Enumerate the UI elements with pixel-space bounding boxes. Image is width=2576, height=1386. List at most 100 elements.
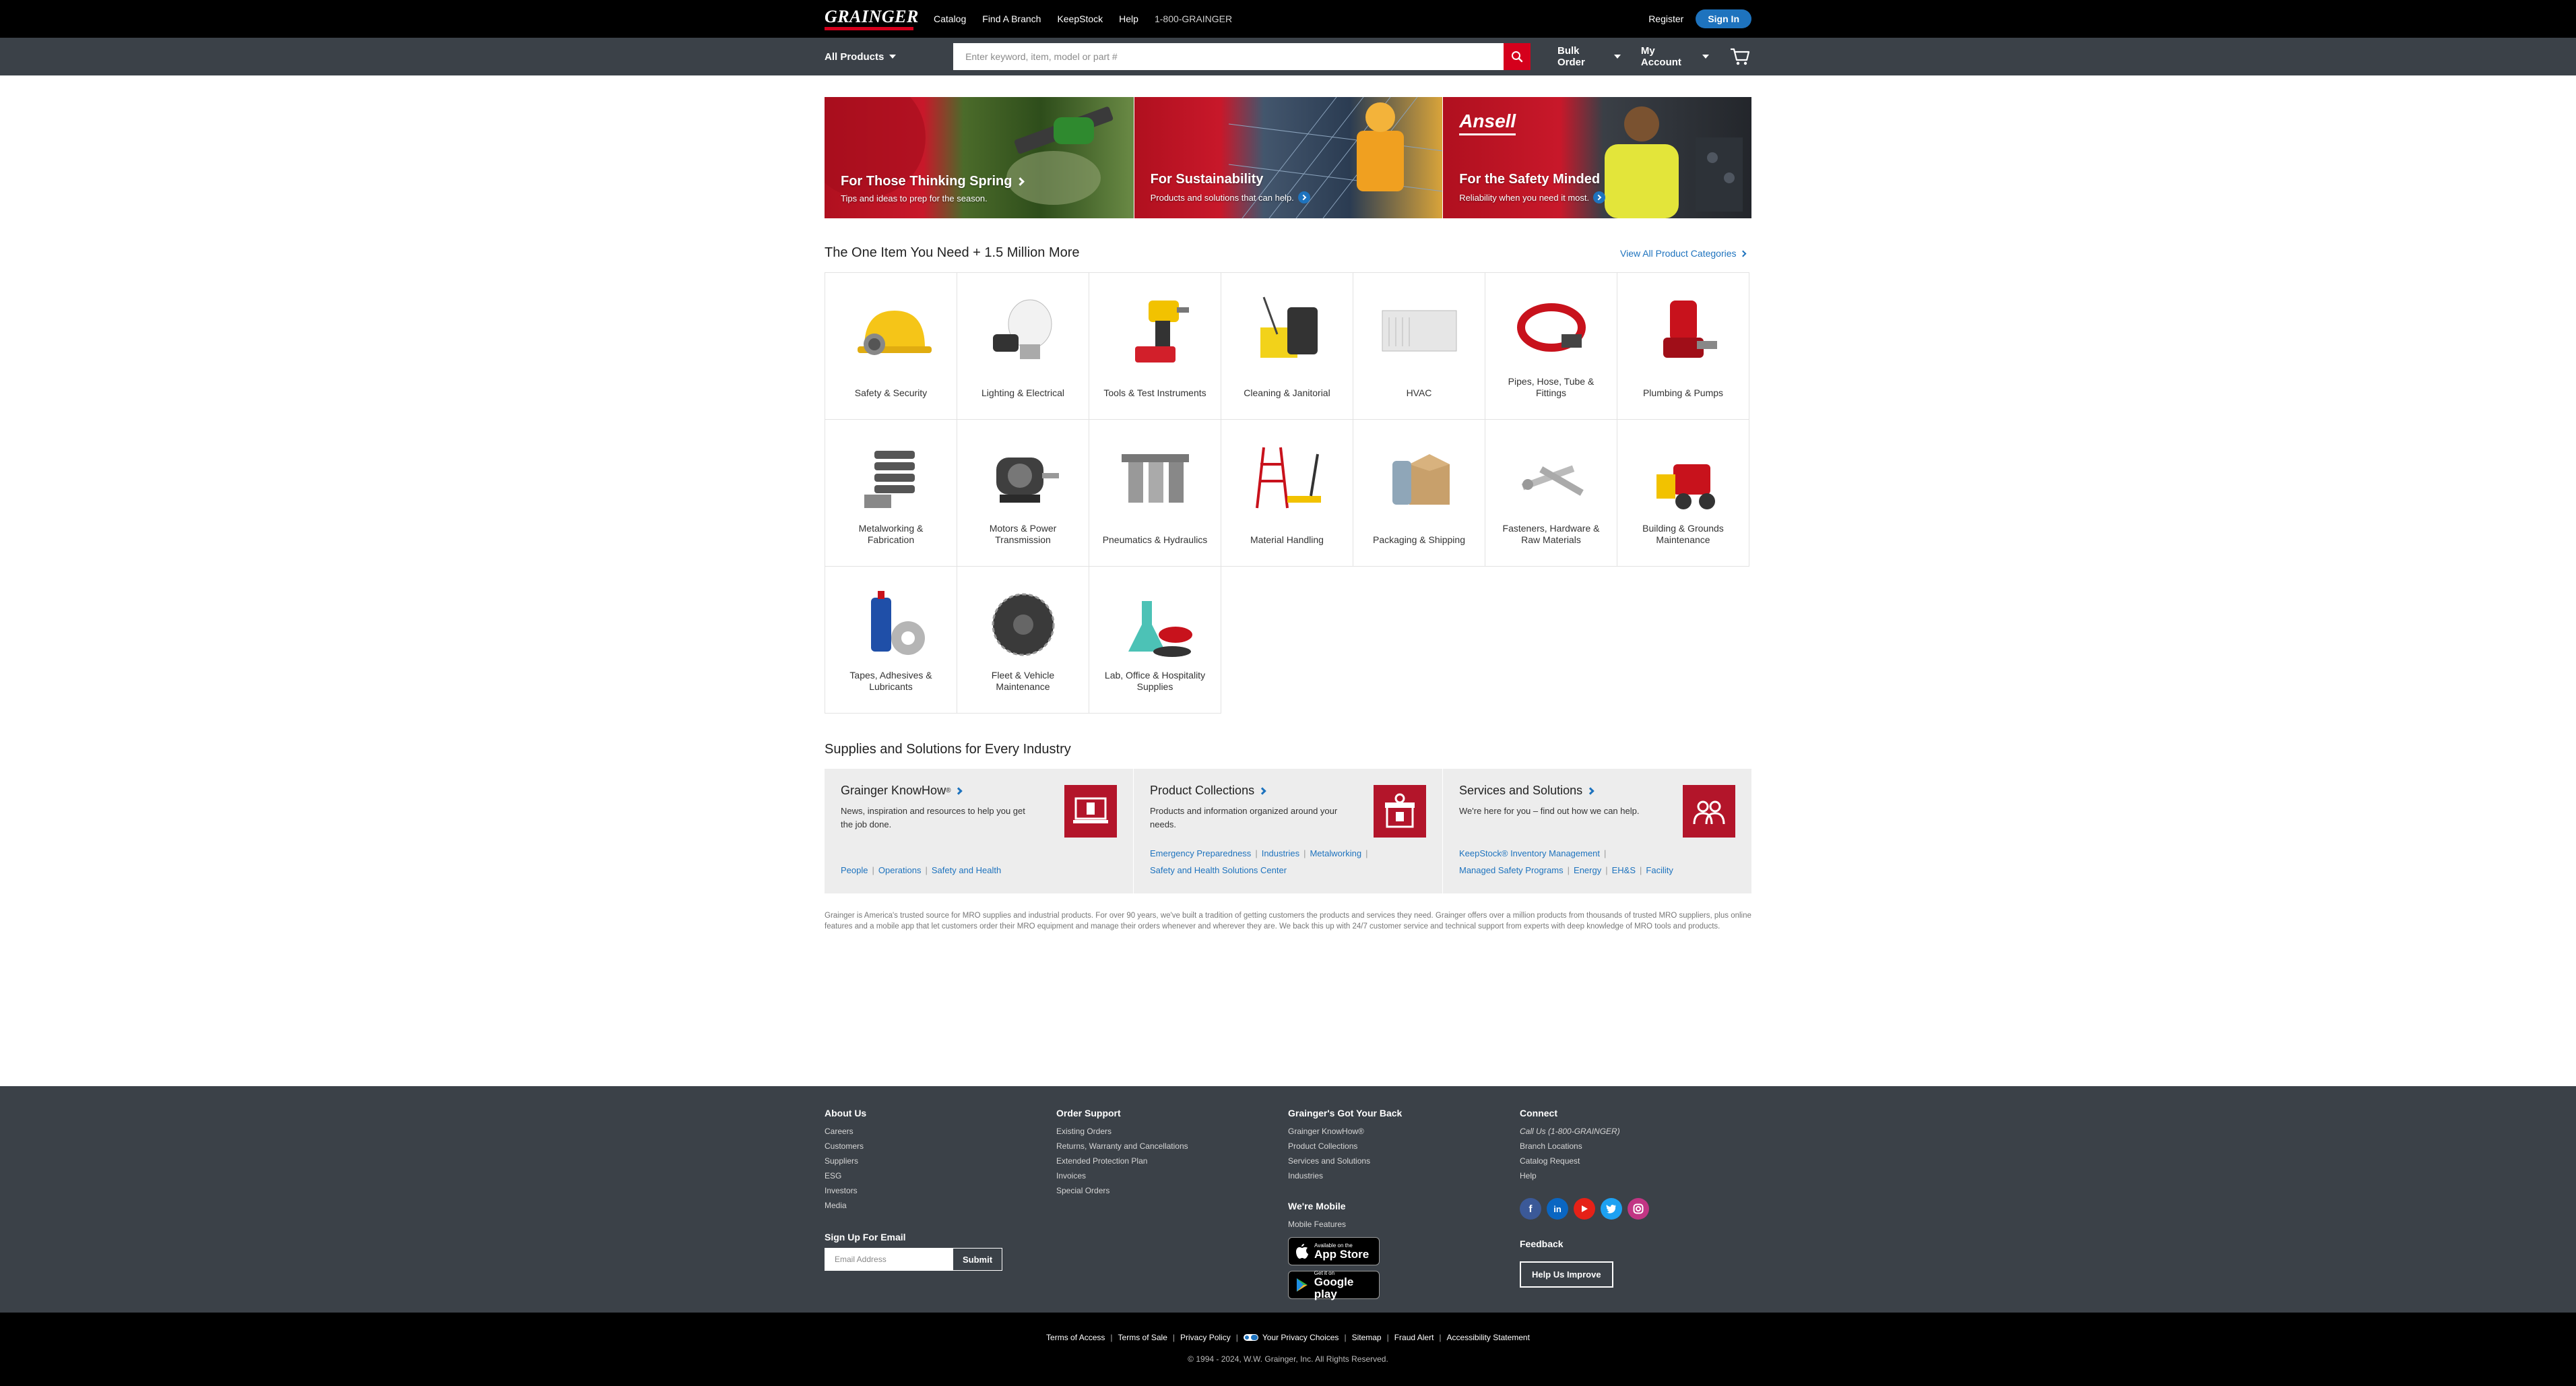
- link-safety-and-health[interactable]: Safety and Health: [932, 865, 1001, 875]
- nav-catalog[interactable]: Catalog: [934, 13, 966, 24]
- category-motors-power-transmission[interactable]: Motors & Power Transmission: [957, 419, 1089, 567]
- footer-link[interactable]: Customers: [825, 1139, 1002, 1154]
- category-material-handling[interactable]: Material Handling: [1221, 419, 1353, 567]
- footer-heading: Grainger's Got Your Back: [1288, 1108, 1403, 1119]
- app-store-badge[interactable]: Available on the App Store: [1288, 1237, 1380, 1265]
- card-services-solutions: Services and Solutions We're here for yo…: [1443, 769, 1751, 893]
- bulk-order-dropdown[interactable]: Bulk Order: [1557, 45, 1621, 68]
- chevron-right-icon: [1016, 177, 1025, 186]
- facebook-icon[interactable]: f: [1520, 1198, 1541, 1220]
- grainger-logo[interactable]: GRAINGER: [825, 6, 918, 32]
- footer-link[interactable]: Mobile Features: [1288, 1217, 1402, 1232]
- category-plumbing-pumps[interactable]: Plumbing & Pumps: [1617, 272, 1749, 420]
- linkedin-icon[interactable]: in: [1547, 1198, 1568, 1220]
- category-lab-office-hospitality[interactable]: Lab, Office & Hospitality Supplies: [1089, 566, 1221, 714]
- chevron-down-icon: [1613, 55, 1621, 59]
- footer-link[interactable]: Services and Solutions: [1288, 1154, 1402, 1168]
- email-signup-input[interactable]: [825, 1248, 953, 1271]
- search-input[interactable]: [953, 43, 1504, 70]
- footer-call-link[interactable]: Call Us (1-800-GRAINGER): [1520, 1124, 1654, 1139]
- nav-find-a-branch[interactable]: Find A Branch: [982, 13, 1041, 24]
- privacy-choices-link[interactable]: Your Privacy Choices: [1243, 1333, 1339, 1342]
- link-facility[interactable]: Facility: [1646, 865, 1673, 875]
- google-play-badge[interactable]: Get it on Google play: [1288, 1270, 1380, 1300]
- chevron-right-icon: [1593, 191, 1606, 203]
- footer-link[interactable]: Grainger KnowHow®: [1288, 1124, 1402, 1139]
- chevron-down-icon: [889, 55, 897, 59]
- instagram-icon[interactable]: [1628, 1198, 1649, 1220]
- hero-safety[interactable]: Ansell For the Safety Minded Reliability…: [1442, 97, 1751, 218]
- category-pneumatics-hydraulics[interactable]: Pneumatics & Hydraulics: [1089, 419, 1221, 567]
- view-all-categories-link[interactable]: View All Product Categories: [1620, 248, 1746, 259]
- cart-button[interactable]: [1729, 45, 1751, 68]
- category-fleet-vehicle-maintenance[interactable]: Fleet & Vehicle Maintenance: [957, 566, 1089, 714]
- footer-link[interactable]: Help: [1520, 1168, 1654, 1183]
- category-safety-security[interactable]: Safety & Security: [825, 272, 957, 420]
- help-us-improve-button[interactable]: Help Us Improve: [1520, 1261, 1613, 1288]
- link-industries[interactable]: Industries: [1262, 848, 1299, 858]
- link-keepstock[interactable]: KeepStock® Inventory Management: [1459, 848, 1600, 858]
- footer-link[interactable]: ESG: [825, 1168, 1002, 1183]
- link-metalworking[interactable]: Metalworking: [1310, 848, 1361, 858]
- sign-in-button[interactable]: Sign In: [1696, 9, 1751, 28]
- category-fasteners-hardware-raw-materials[interactable]: Fasteners, Hardware & Raw Materials: [1485, 419, 1617, 567]
- category-packaging-shipping[interactable]: Packaging & Shipping: [1353, 419, 1485, 567]
- footer-link[interactable]: Special Orders: [1056, 1183, 1188, 1198]
- category-lighting-electrical[interactable]: Lighting & Electrical: [957, 272, 1089, 420]
- footer-link[interactable]: Catalog Request: [1520, 1154, 1654, 1168]
- category-building-grounds-maintenance[interactable]: Building & Grounds Maintenance: [1617, 419, 1749, 567]
- my-account-dropdown[interactable]: My Account: [1641, 45, 1709, 68]
- legal-link[interactable]: Terms of Sale: [1118, 1333, 1167, 1342]
- footer-link[interactable]: Careers: [825, 1124, 1002, 1139]
- all-products-label: All Products: [825, 51, 884, 63]
- category-pipes-hose-tube-fittings[interactable]: Pipes, Hose, Tube & Fittings: [1485, 272, 1617, 420]
- category-tapes-adhesives-lubricants[interactable]: Tapes, Adhesives & Lubricants: [825, 566, 957, 714]
- ladder-pallet-jack-image: [1255, 447, 1321, 509]
- footer-link[interactable]: Existing Orders: [1056, 1124, 1188, 1139]
- footer-link[interactable]: Returns, Warranty and Cancellations: [1056, 1139, 1188, 1154]
- register-link[interactable]: Register: [1648, 13, 1683, 24]
- youtube-icon[interactable]: [1574, 1198, 1595, 1220]
- nav-help[interactable]: Help: [1119, 13, 1138, 24]
- legal-link[interactable]: Fraud Alert: [1394, 1333, 1434, 1342]
- category-tools-test-instruments[interactable]: Tools & Test Instruments: [1089, 272, 1221, 420]
- hero-spring[interactable]: For Those Thinking Spring Tips and ideas…: [825, 97, 1134, 218]
- link-operations[interactable]: Operations: [878, 865, 922, 875]
- category-metalworking-fabrication[interactable]: Metalworking & Fabrication: [825, 419, 957, 567]
- twitter-icon[interactable]: [1601, 1198, 1622, 1220]
- footer-link[interactable]: Media: [825, 1198, 1002, 1213]
- footer-link[interactable]: Invoices: [1056, 1168, 1188, 1183]
- legal-link[interactable]: Sitemap: [1352, 1333, 1382, 1342]
- legal-link[interactable]: Privacy Policy: [1180, 1333, 1231, 1342]
- bulk-order-label: Bulk Order: [1557, 45, 1585, 68]
- pump-image: [1663, 301, 1717, 358]
- footer-link[interactable]: Investors: [825, 1183, 1002, 1198]
- footer-link[interactable]: Extended Protection Plan: [1056, 1154, 1188, 1168]
- footer-heading: Order Support: [1056, 1108, 1121, 1119]
- link-managed-safety-programs[interactable]: Managed Safety Programs: [1459, 865, 1564, 875]
- footer-link[interactable]: Industries: [1288, 1168, 1402, 1183]
- footer-link[interactable]: Product Collections: [1288, 1139, 1402, 1154]
- legal-link[interactable]: Accessibility Statement: [1447, 1333, 1530, 1342]
- category-cleaning-janitorial[interactable]: Cleaning & Janitorial: [1221, 272, 1353, 420]
- legal-link[interactable]: Terms of Access: [1046, 1333, 1105, 1342]
- footer-link[interactable]: Branch Locations: [1520, 1139, 1654, 1154]
- email-submit-button[interactable]: Submit: [953, 1248, 1003, 1271]
- electric-motor-image: [996, 458, 1059, 503]
- nav-keepstock[interactable]: KeepStock: [1057, 13, 1103, 24]
- link-ehs[interactable]: EH&S: [1612, 865, 1636, 875]
- copyright: © 1994 - 2024, W.W. Grainger, Inc. All R…: [1188, 1354, 1388, 1364]
- snow-blower-image: [1656, 464, 1715, 509]
- link-energy[interactable]: Energy: [1574, 865, 1601, 875]
- link-people[interactable]: People: [841, 865, 868, 875]
- link-emergency-preparedness[interactable]: Emergency Preparedness: [1150, 848, 1251, 858]
- laptop-icon: [1064, 785, 1117, 838]
- search-button[interactable]: [1504, 43, 1531, 70]
- hero-sustainability[interactable]: For Sustainability Products and solution…: [1133, 97, 1443, 218]
- footer-link[interactable]: Suppliers: [825, 1154, 1002, 1168]
- category-hvac[interactable]: HVAC: [1353, 272, 1485, 420]
- phone-link[interactable]: 1-800-GRAINGER: [1155, 13, 1232, 24]
- categories-title: The One Item You Need + 1.5 Million More: [825, 245, 1080, 260]
- link-safety-health-solutions-center[interactable]: Safety and Health Solutions Center: [1150, 865, 1287, 875]
- all-products-dropdown[interactable]: All Products: [825, 51, 937, 63]
